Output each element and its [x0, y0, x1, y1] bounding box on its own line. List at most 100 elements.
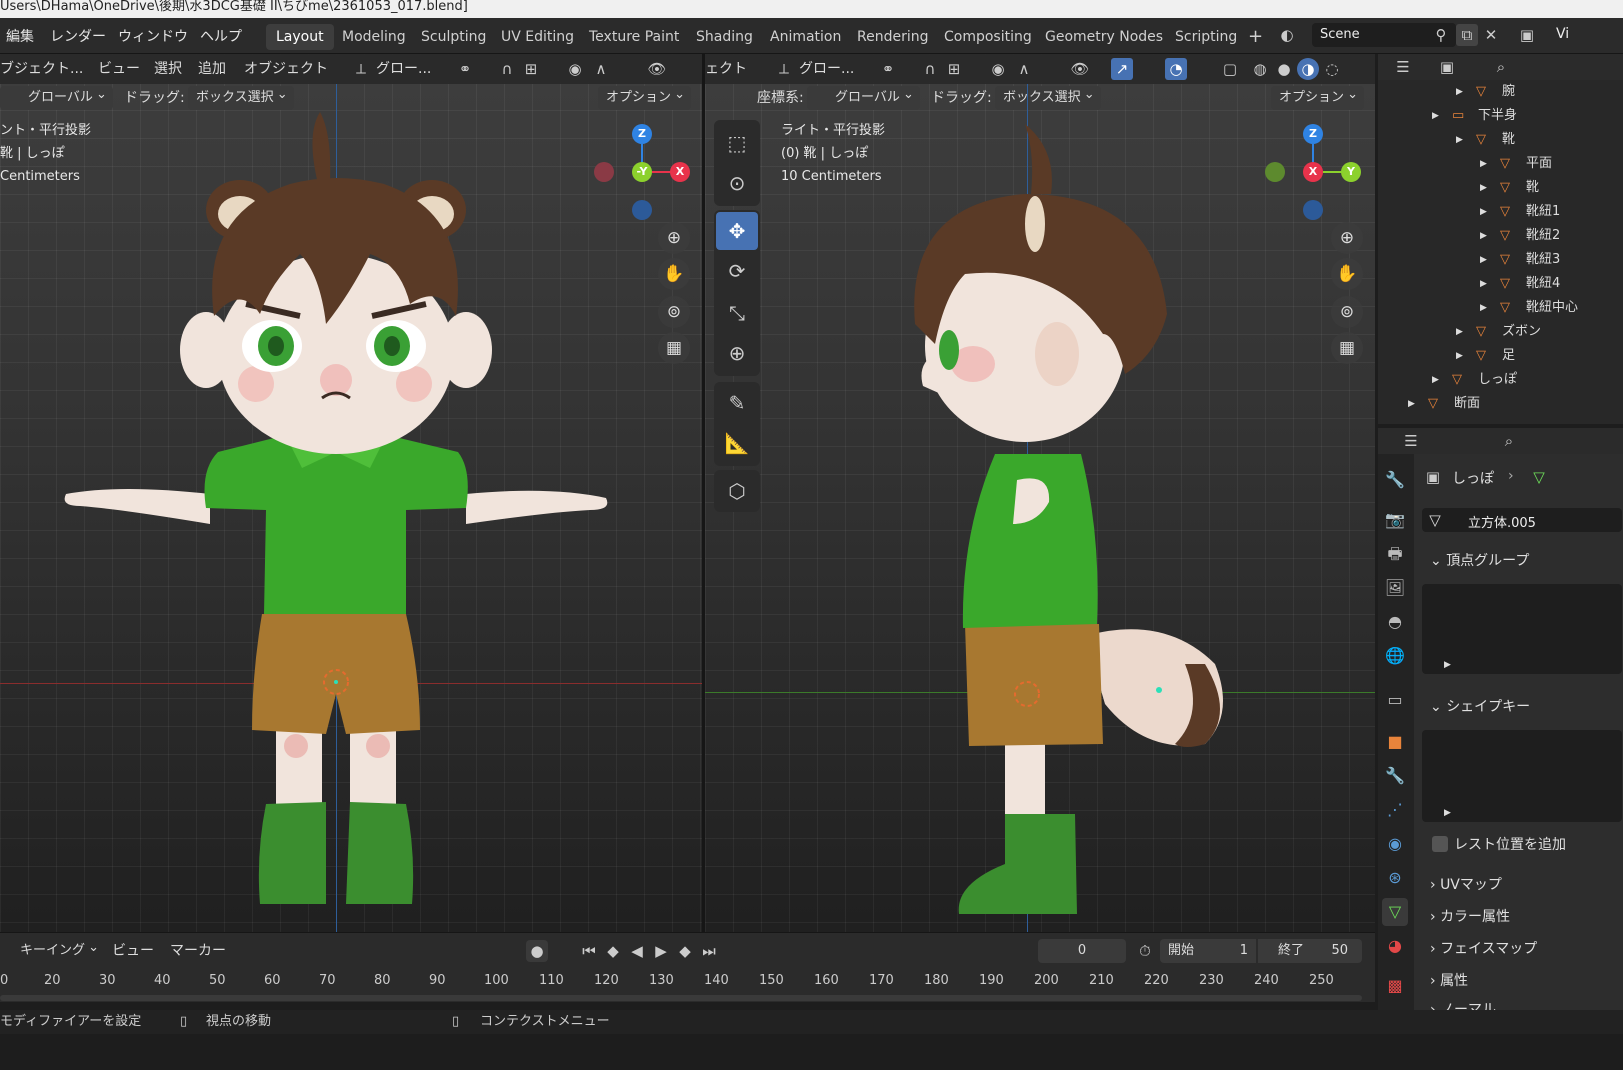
modifier-tab-icon[interactable]: 🔧	[1382, 762, 1408, 790]
add-cube-icon[interactable]: ⬡	[716, 472, 758, 510]
outliner-row[interactable]: ▶ ▽ 断面	[1378, 392, 1623, 416]
tab-scripting[interactable]: Scripting	[1165, 24, 1247, 50]
mesh-datablock-field[interactable]: ▽ 立方体.005	[1422, 508, 1622, 532]
character-front-model[interactable]	[0, 54, 702, 970]
tab-uv-editing[interactable]: UV Editing	[491, 24, 584, 50]
menu-window[interactable]: ウィンドウ	[118, 26, 188, 46]
normals-panel[interactable]: › ノーマル	[1430, 998, 1496, 1010]
outliner-row[interactable]: ▶ ▽ ズボン	[1378, 320, 1623, 344]
annotate-icon[interactable]: ✎	[716, 384, 758, 422]
tab-geometry-nodes[interactable]: Geometry Nodes	[1035, 24, 1173, 50]
viewport-front[interactable]: ブジェクト... ビュー 選択 追加 オブジェクト ⟂ グロー... ⚭ ∩ ⊞…	[0, 54, 702, 970]
expand-triangle-icon[interactable]: ▶	[1480, 200, 1487, 224]
expand-triangle-icon[interactable]: ▶	[1480, 272, 1487, 296]
stopwatch-icon[interactable]: ⏱	[1134, 940, 1156, 962]
search-icon[interactable]: ⌕	[1490, 56, 1512, 78]
move-icon[interactable]: ✥	[716, 212, 758, 250]
tab-rendering[interactable]: Rendering	[847, 24, 939, 50]
vertex-groups-panel[interactable]: ⌄ 頂点グループ	[1430, 550, 1529, 570]
attributes-panel[interactable]: › 属性	[1430, 970, 1468, 990]
object-tab-icon[interactable]: ■	[1382, 728, 1408, 756]
uv-maps-panel[interactable]: › UVマップ	[1430, 874, 1502, 894]
expand-triangle-icon[interactable]: ▶	[1480, 176, 1487, 200]
start-frame-field[interactable]: 開始 1	[1160, 939, 1256, 963]
pin-icon[interactable]: ⚲	[1430, 24, 1452, 46]
expand-triangle-icon[interactable]: ▶	[1444, 808, 1451, 818]
add-workspace-icon[interactable]: +	[1238, 24, 1273, 50]
menu-help[interactable]: ヘルプ	[200, 26, 242, 46]
timeline-scrollbar[interactable]	[0, 995, 1362, 1001]
jump-start-icon[interactable]: ⏮	[578, 940, 600, 962]
next-keyframe-icon[interactable]: ◆	[674, 940, 696, 962]
outliner-row[interactable]: ▶ ▽ 腕	[1378, 80, 1623, 104]
record-icon[interactable]: ●	[526, 940, 548, 962]
character-side-model[interactable]	[705, 54, 1375, 970]
outliner-row[interactable]: ▶ ▽ 靴	[1378, 176, 1623, 200]
current-frame-field[interactable]: 0	[1038, 939, 1126, 963]
menu-edit[interactable]: 編集	[6, 26, 34, 46]
outliner-row[interactable]: ▶ ▽ 靴紐4	[1378, 272, 1623, 296]
view-layer-tab-icon[interactable]: 🖼	[1382, 574, 1408, 602]
expand-triangle-icon[interactable]: ▶	[1456, 128, 1463, 152]
filter-icon[interactable]: ▣	[1436, 56, 1458, 78]
material-tab-icon[interactable]: ◕	[1382, 932, 1408, 960]
editor-type-icon[interactable]: ☰	[1400, 430, 1422, 452]
particles-tab-icon[interactable]: ⋰	[1382, 796, 1408, 824]
output-tab-icon[interactable]: 🖶	[1382, 540, 1408, 568]
tab-texture-paint[interactable]: Texture Paint	[579, 24, 689, 50]
expand-triangle-icon[interactable]: ▶	[1480, 248, 1487, 272]
viewport-side[interactable]: ェクト ⟂ グロー... ⚭ ∩ ⊞ ◉ ∧ 👁 ↗ ◔ ▢ ◍ ● ◑ ◌ 座…	[705, 54, 1375, 970]
expand-triangle-icon[interactable]: ▶	[1480, 152, 1487, 176]
expand-triangle-icon[interactable]: ▶	[1432, 368, 1439, 392]
outliner-row[interactable]: ▶ ▽ 靴紐2	[1378, 224, 1623, 248]
color-attributes-panel[interactable]: › カラー属性	[1430, 906, 1510, 926]
texture-tab-icon[interactable]: ▩	[1382, 972, 1408, 1000]
tab-modeling[interactable]: Modeling	[332, 24, 416, 50]
search-icon[interactable]: ⌕	[1498, 430, 1520, 452]
vertex-groups-list[interactable]: ▶	[1422, 584, 1622, 674]
expand-triangle-icon[interactable]: ▶	[1444, 660, 1451, 670]
shape-keys-list[interactable]: ▶	[1422, 730, 1622, 822]
tool-tab-icon[interactable]: 🔧	[1382, 466, 1408, 494]
expand-triangle-icon[interactable]: ▶	[1456, 344, 1463, 368]
select-box-icon[interactable]: ⬚	[716, 124, 758, 162]
tab-animation[interactable]: Animation	[760, 24, 851, 50]
outliner-row[interactable]: ▶ ▽ 足	[1378, 344, 1623, 368]
transform-icon[interactable]: ⊕	[716, 334, 758, 372]
outliner-row[interactable]: ▶ ▭ 下半身	[1378, 104, 1623, 128]
outliner-row[interactable]: ▶ ▽ 靴紐1	[1378, 200, 1623, 224]
outliner-row[interactable]: ▶ ▽ 靴紐中心	[1378, 296, 1623, 320]
expand-triangle-icon[interactable]: ▶	[1456, 80, 1463, 104]
expand-triangle-icon[interactable]: ▶	[1408, 392, 1415, 416]
new-scene-icon[interactable]: ⧉	[1456, 24, 1478, 46]
play-reverse-icon[interactable]: ◀	[626, 940, 648, 962]
jump-end-icon[interactable]: ⏭	[698, 940, 720, 962]
display-mode-icon[interactable]: ☰	[1392, 56, 1414, 78]
outliner-row[interactable]: ▶ ▽ 靴	[1378, 128, 1623, 152]
menu-render[interactable]: レンダー	[50, 26, 106, 46]
outliner-row[interactable]: ▶ ▽ しっぽ	[1378, 368, 1623, 392]
rotate-icon[interactable]: ⟳	[716, 252, 758, 290]
collection-tab-icon[interactable]: ▭	[1382, 686, 1408, 714]
scene-selector-icon[interactable]: ◐	[1276, 24, 1298, 46]
keying-dropdown[interactable]: キーイング	[0, 936, 105, 963]
physics-tab-icon[interactable]: ◉	[1382, 830, 1408, 858]
tab-sculpting[interactable]: Sculpting	[411, 24, 496, 50]
outliner-row[interactable]: ▶ ▽ 平面	[1378, 152, 1623, 176]
measure-icon[interactable]: 📐	[716, 424, 758, 462]
world-tab-icon[interactable]: 🌐	[1382, 642, 1408, 670]
expand-triangle-icon[interactable]: ▶	[1480, 296, 1487, 320]
shape-keys-panel[interactable]: ⌄ シェイプキー	[1430, 696, 1530, 716]
rest-position-checkbox[interactable]	[1432, 836, 1448, 852]
outliner-row[interactable]: ▶ ▽ 靴紐3	[1378, 248, 1623, 272]
prev-keyframe-icon[interactable]: ◆	[602, 940, 624, 962]
close-icon[interactable]: ✕	[1480, 24, 1502, 46]
view-layer-icon[interactable]: ▣	[1516, 24, 1538, 46]
expand-triangle-icon[interactable]: ▶	[1432, 104, 1439, 128]
expand-triangle-icon[interactable]: ▶	[1456, 320, 1463, 344]
face-maps-panel[interactable]: › フェイスマップ	[1430, 938, 1537, 958]
tab-layout[interactable]: Layout	[266, 24, 334, 50]
tab-compositing[interactable]: Compositing	[934, 24, 1042, 50]
mesh-data-tab-icon[interactable]: ▽	[1382, 898, 1408, 926]
constraints-tab-icon[interactable]: ⊛	[1382, 864, 1408, 892]
